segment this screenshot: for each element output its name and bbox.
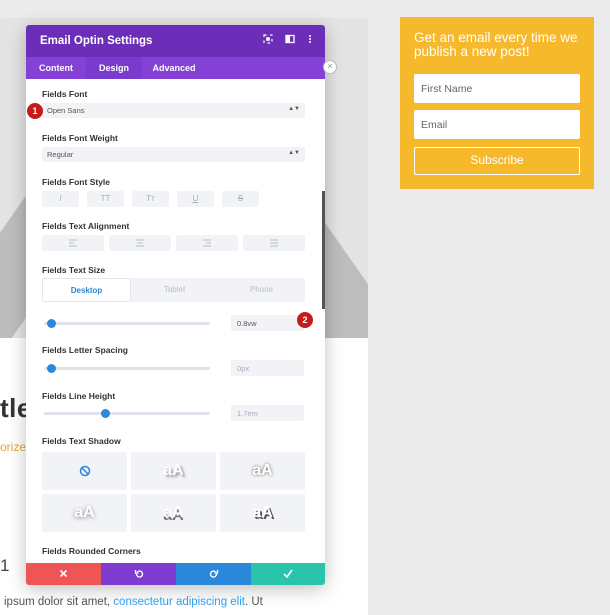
tab-content[interactable]: Content xyxy=(26,57,86,79)
excerpt-suffix: . Ut xyxy=(244,596,263,608)
align-right-icon[interactable] xyxy=(176,235,238,251)
modal-footer xyxy=(26,563,325,585)
slider-handle[interactable] xyxy=(100,409,110,418)
email-input[interactable]: Email xyxy=(414,110,580,139)
subscribe-button[interactable]: Subscribe xyxy=(414,147,580,175)
letter-spacing-value[interactable]: 0px xyxy=(231,360,304,376)
shadow-preset[interactable]: aA xyxy=(220,452,305,490)
excerpt-link[interactable]: consectetur adipiscing elit xyxy=(113,596,245,608)
fields-font-value: Open Sans xyxy=(47,106,85,115)
redo-button[interactable] xyxy=(176,563,251,585)
shadow-preset[interactable]: aA xyxy=(131,452,216,490)
undo-button[interactable] xyxy=(101,563,176,585)
line-height-value[interactable]: 1.7em xyxy=(231,405,304,421)
fields-text-alignment-label: Fields Text Alignment xyxy=(42,221,130,231)
split-view-icon[interactable] xyxy=(284,34,296,46)
slider-handle[interactable] xyxy=(47,364,57,373)
fields-rounded-corners-label: Fields Rounded Corners xyxy=(42,546,141,556)
fields-font-label: Fields Font xyxy=(42,89,88,99)
slider-handle[interactable] xyxy=(47,319,57,328)
cancel-button[interactable] xyxy=(26,563,101,585)
callout-badge-1: 1 xyxy=(27,103,43,119)
no-shadow-icon[interactable] xyxy=(42,452,127,490)
email-optin-module: Get an email every time we publish a new… xyxy=(400,17,594,189)
screen: tle orized 1 ipsum dolor sit amet, conse… xyxy=(0,0,610,615)
optin-title: Get an email every time we publish a new… xyxy=(414,30,578,59)
device-tabs: Desktop Tablet Phone xyxy=(42,278,305,302)
shadow-preset[interactable]: aA xyxy=(220,494,305,532)
scrollbar[interactable] xyxy=(322,191,325,309)
align-center-icon[interactable] xyxy=(109,235,171,251)
fields-text-size-label: Fields Text Size xyxy=(42,265,106,275)
line-height-slider[interactable] xyxy=(44,409,210,418)
fields-font-weight-value: Regular xyxy=(47,150,74,159)
tab-phone[interactable]: Phone xyxy=(218,278,305,302)
fields-line-height-label: Fields Line Height xyxy=(42,391,116,401)
modal-tabs: Content Design Advanced xyxy=(26,57,325,79)
modal-header: Email Optin Settings xyxy=(26,25,325,57)
text-size-slider[interactable] xyxy=(44,319,210,328)
fields-font-weight-select[interactable]: Regular ▲▼ xyxy=(42,147,305,162)
fields-letter-spacing-label: Fields Letter Spacing xyxy=(42,345,128,355)
post-number: 1 xyxy=(0,556,10,575)
fields-text-shadow-label: Fields Text Shadow xyxy=(42,436,121,446)
modal-title: Email Optin Settings xyxy=(40,35,153,47)
alignment-buttons xyxy=(42,235,305,251)
modal-body: Fields Font Open Sans ▲▼ Fields Font Wei… xyxy=(26,79,325,563)
tab-tablet[interactable]: Tablet xyxy=(131,278,218,302)
fields-font-weight-label: Fields Font Weight xyxy=(42,133,118,143)
capitalize-button[interactable]: Tт xyxy=(132,191,169,207)
tab-advanced[interactable]: Advanced xyxy=(142,57,206,79)
excerpt-text: ipsum dolor sit amet, xyxy=(4,596,114,608)
more-icon[interactable] xyxy=(304,34,316,46)
save-button[interactable] xyxy=(251,563,325,585)
shadow-preset[interactable]: aA xyxy=(131,494,216,532)
align-left-icon[interactable] xyxy=(42,235,104,251)
font-style-buttons: I TT Tт U S xyxy=(42,191,305,207)
underline-button[interactable]: U xyxy=(177,191,214,207)
post-excerpt: ipsum dolor sit amet, consectetur adipis… xyxy=(4,596,263,608)
text-size-value[interactable]: 0.8vw xyxy=(231,315,304,331)
tab-desktop[interactable]: Desktop xyxy=(42,278,131,302)
uppercase-button[interactable]: TT xyxy=(87,191,124,207)
strikethrough-button[interactable]: S xyxy=(222,191,259,207)
fields-font-style-label: Fields Font Style xyxy=(42,177,111,187)
italic-button[interactable]: I xyxy=(42,191,79,207)
settings-modal: Email Optin Settings Content Design Adva… xyxy=(26,25,325,585)
fullscreen-icon[interactable] xyxy=(262,34,274,46)
select-arrows-icon: ▲▼ xyxy=(288,150,300,156)
close-icon[interactable]: × xyxy=(323,60,337,74)
fields-font-select[interactable]: Open Sans ▲▼ xyxy=(42,103,305,118)
select-arrows-icon: ▲▼ xyxy=(288,106,300,112)
align-justify-icon[interactable] xyxy=(243,235,305,251)
tab-design[interactable]: Design xyxy=(86,57,142,79)
callout-badge-2: 2 xyxy=(297,312,313,328)
letter-spacing-slider[interactable] xyxy=(44,364,210,373)
first-name-input[interactable]: First Name xyxy=(414,74,580,103)
shadow-preset[interactable]: aA xyxy=(42,494,127,532)
